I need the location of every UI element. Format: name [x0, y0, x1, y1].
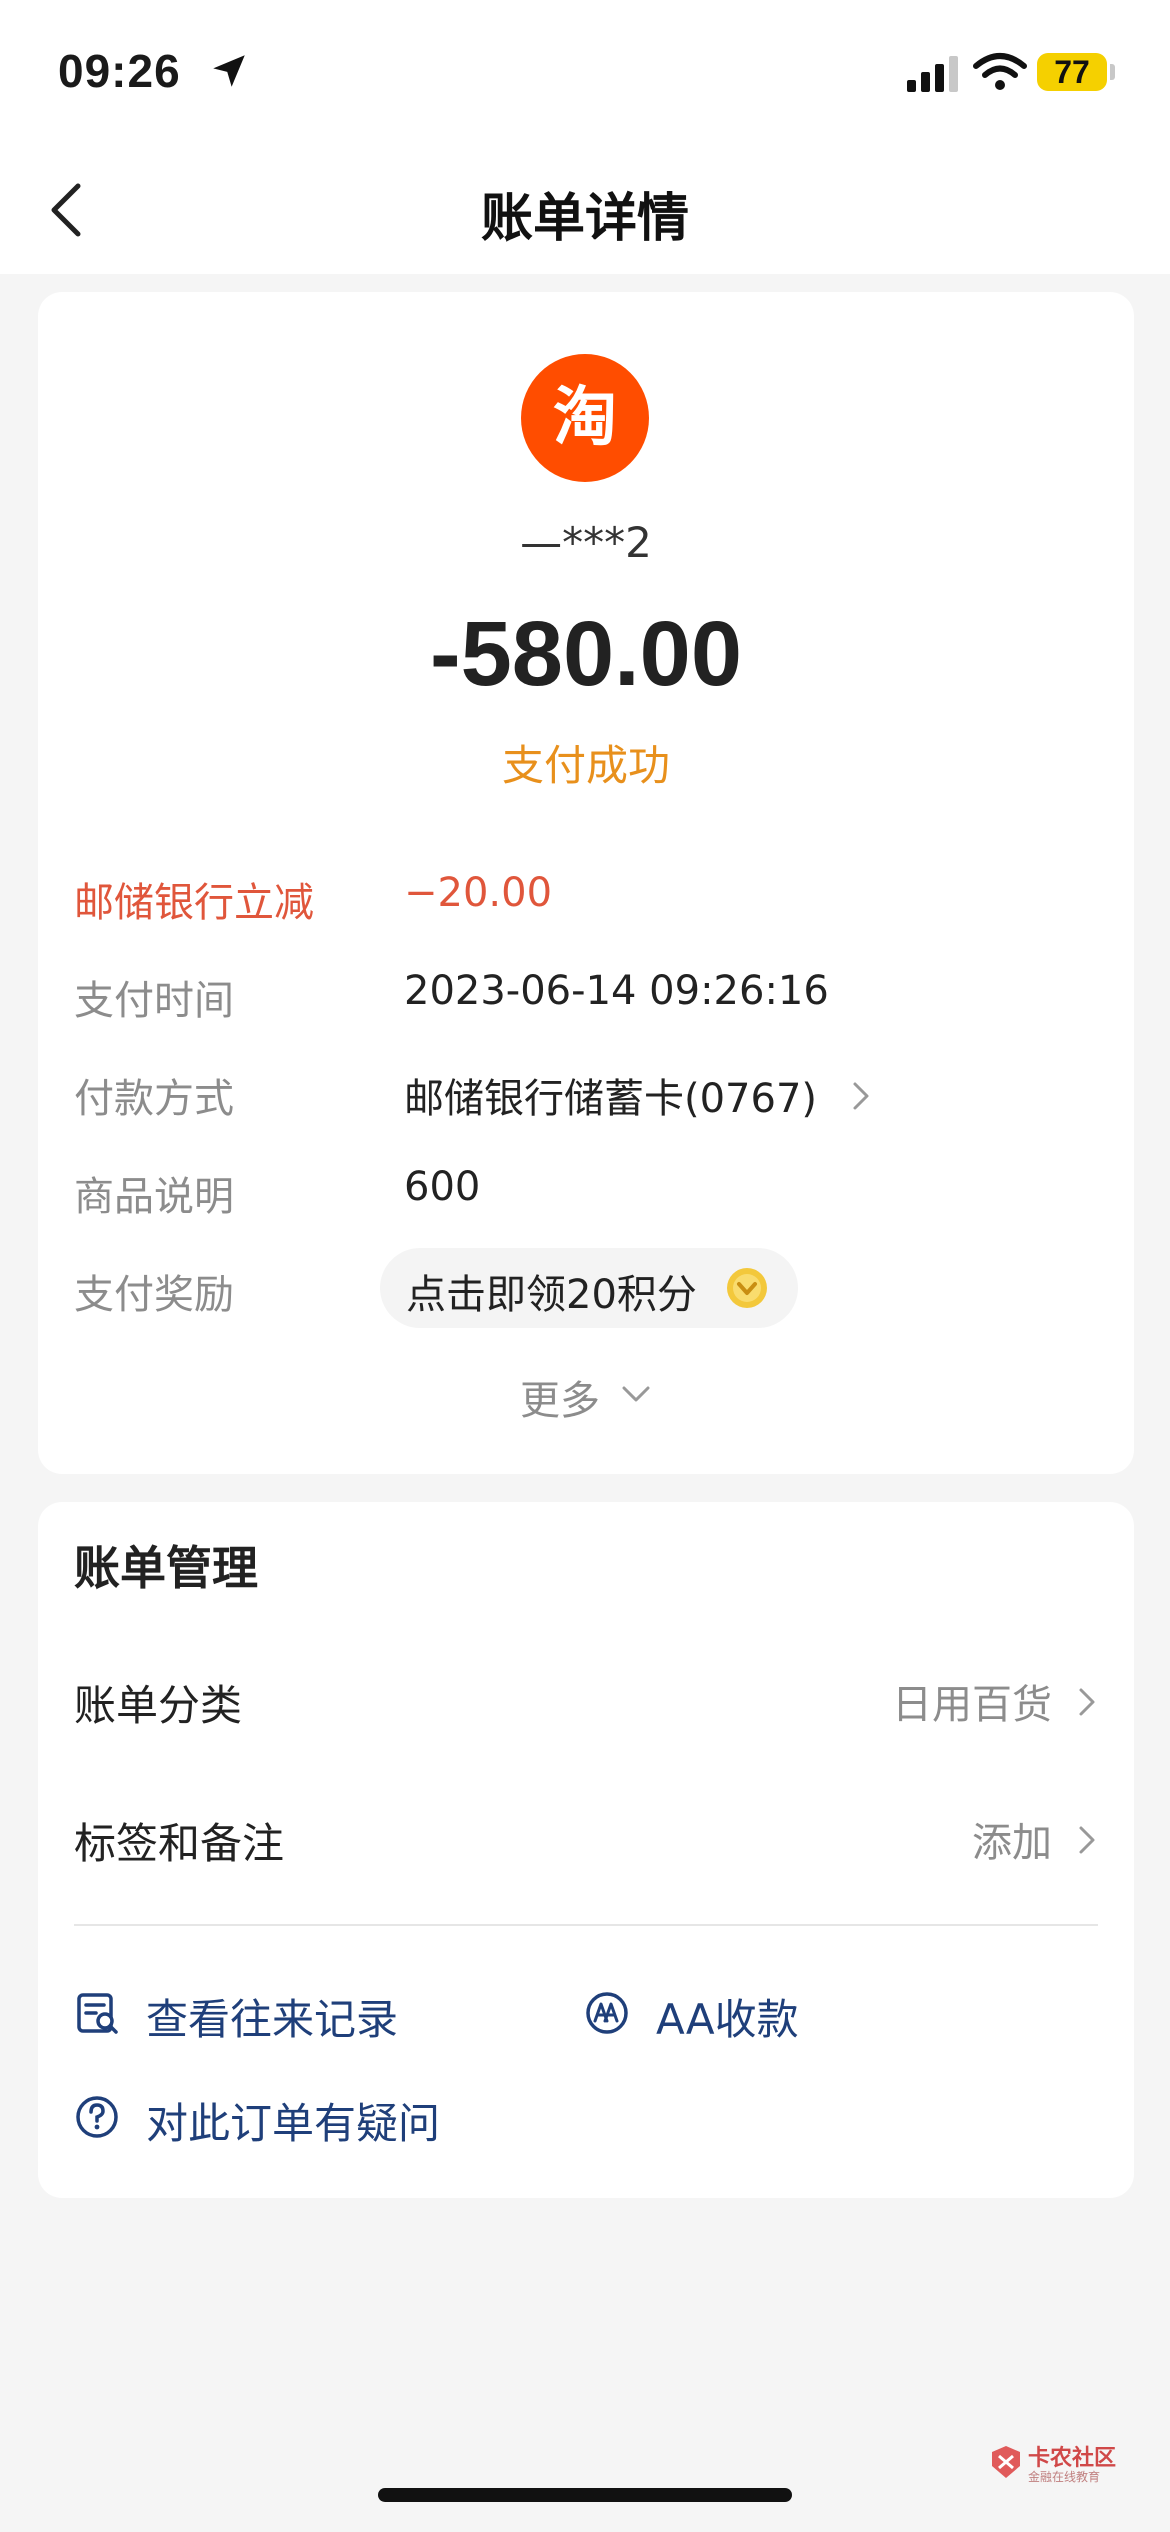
chevron-right-icon	[1079, 1688, 1095, 1716]
status-time: 09:26	[58, 45, 181, 97]
question-icon	[76, 2096, 118, 2138]
order-question-button[interactable]: 对此订单有疑问	[74, 2086, 554, 2156]
discount-label: 邮储银行立减	[74, 880, 314, 926]
aa-collect-label: AA收款	[656, 1995, 799, 2044]
payment-time-label: 支付时间	[74, 978, 234, 1024]
battery-icon: 77	[1037, 53, 1107, 91]
merchant-name: —***2	[520, 518, 652, 567]
merchant-logo[interactable]: 淘	[521, 354, 649, 482]
payment-method-value[interactable]: 邮储银行储蓄卡(0767)	[404, 1066, 817, 1124]
watermark: 卡农社区 金融在线教育	[988, 2440, 1118, 2490]
bill-management-card: 账单管理 账单分类 日用百货 标签和备注 添加 查看往来记录 AA收款 对此订单…	[38, 1502, 1134, 2198]
discount-row: 邮储银行立减 −20.00	[74, 870, 1098, 940]
payment-method-row[interactable]: 付款方式 邮储银行储蓄卡(0767)	[74, 1066, 1098, 1136]
transaction-card: 淘 —***2 -580.00 支付成功 邮储银行立减 −20.00 支付时间 …	[38, 292, 1134, 1474]
chevron-right-icon	[853, 1082, 869, 1110]
wifi-icon	[973, 53, 1027, 90]
watermark-logo-icon	[992, 2446, 1020, 2478]
reward-label: 支付奖励	[74, 1272, 234, 1318]
status-bar: 09:26 77	[0, 0, 1170, 150]
reward-text: 点击即领20积分	[406, 1272, 697, 1318]
chevron-right-icon	[1079, 1826, 1095, 1854]
nav-bar: 账单详情	[0, 150, 1170, 274]
amount: -580.00	[429, 603, 743, 705]
tags-notes-row[interactable]: 标签和备注 添加	[74, 1800, 1098, 1880]
category-value: 日用百货	[892, 1682, 1052, 1728]
product-desc-row: 商品说明 600	[74, 1164, 1098, 1234]
page-title: 账单详情	[480, 189, 689, 249]
view-records-label: 查看往来记录	[146, 1995, 399, 2044]
reward-button[interactable]: 点击即领20积分	[380, 1248, 798, 1328]
tags-notes-value: 添加	[972, 1820, 1052, 1866]
payment-time-value: 2023-06-14 09:26:16	[404, 968, 829, 1014]
aa-collect-icon	[586, 1992, 628, 2034]
cellular-signal-icon	[907, 56, 958, 92]
management-title: 账单管理	[74, 1541, 258, 1595]
aa-collect-button[interactable]: AA收款	[584, 1982, 884, 2052]
view-records-button[interactable]: 查看往来记录	[74, 1982, 474, 2052]
payment-time-row: 支付时间 2023-06-14 09:26:16	[74, 968, 1098, 1038]
coin-icon	[727, 1268, 767, 1308]
category-label: 账单分类	[74, 1681, 243, 1730]
product-desc-label: 商品说明	[74, 1174, 234, 1220]
divider	[74, 1924, 1098, 1926]
order-question-label: 对此订单有疑问	[146, 2099, 441, 2148]
chevron-down-icon	[622, 1386, 650, 1402]
reward-row: 支付奖励 点击即领20积分	[74, 1248, 1098, 1332]
home-indicator[interactable]	[378, 2488, 792, 2502]
more-label: 更多	[520, 1378, 600, 1424]
payment-method-label: 付款方式	[74, 1076, 234, 1122]
discount-value: −20.00	[404, 870, 553, 916]
watermark-sub: 金融在线教育	[1028, 2470, 1101, 2484]
category-row[interactable]: 账单分类 日用百货	[74, 1662, 1098, 1742]
payment-status: 支付成功	[501, 741, 670, 790]
location-arrow-icon	[213, 55, 245, 87]
more-button[interactable]: 更多	[38, 1368, 1134, 1428]
records-icon	[77, 1993, 118, 2034]
battery-cap	[1110, 64, 1115, 80]
tags-notes-label: 标签和备注	[74, 1819, 285, 1868]
product-desc-value: 600	[404, 1164, 481, 1210]
